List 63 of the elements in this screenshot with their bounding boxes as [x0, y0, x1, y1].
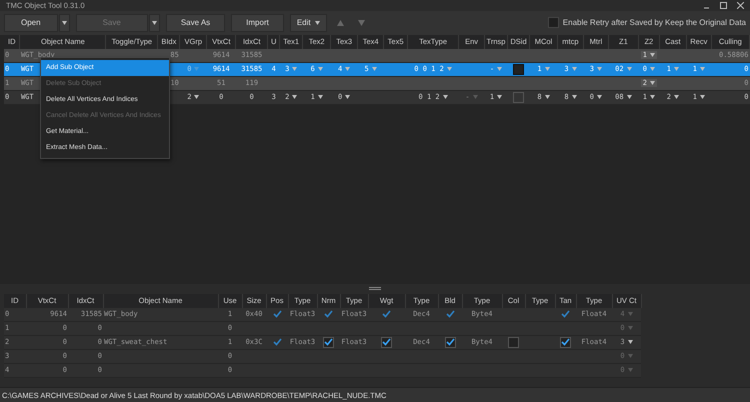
toolbar-button[interactable]: Open	[4, 14, 58, 32]
move-down-icon[interactable]	[358, 20, 365, 26]
caret-icon	[497, 67, 502, 72]
color-swatch[interactable]	[512, 92, 524, 103]
caret-icon	[650, 67, 655, 72]
caret-icon	[497, 95, 502, 100]
caret-icon	[345, 67, 350, 72]
caret-icon	[318, 95, 323, 100]
caret-icon	[626, 67, 632, 72]
caret-icon	[372, 67, 377, 72]
checkbox-label: Enable Retry after Saved by Keep the Original Data	[562, 18, 746, 28]
checkbox[interactable]	[444, 336, 456, 348]
maximize-icon[interactable]	[720, 2, 727, 9]
caret-icon	[626, 95, 632, 100]
grip-icon[interactable]	[369, 287, 381, 290]
caret-icon	[544, 95, 550, 100]
checkbox[interactable]	[382, 310, 391, 319]
toolbar-button[interactable]: Import	[231, 14, 284, 32]
checkbox[interactable]	[324, 310, 333, 319]
toolbar-button[interactable]: Save As	[166, 14, 226, 32]
caret-icon	[318, 67, 323, 72]
caret-icon	[674, 95, 679, 100]
caret-icon	[446, 67, 452, 72]
caret-icon	[628, 340, 633, 344]
caret-icon	[345, 95, 350, 100]
caret-icon	[628, 354, 633, 358]
caret-icon	[152, 20, 157, 25]
color-swatch[interactable]	[512, 64, 524, 75]
caret-icon	[700, 67, 705, 72]
dropdown-button[interactable]	[58, 14, 70, 32]
caret-icon	[650, 53, 655, 58]
checkbox[interactable]	[272, 338, 282, 347]
checkbox[interactable]	[323, 336, 334, 348]
checkbox[interactable]	[548, 17, 559, 28]
checkbox[interactable]	[446, 310, 454, 319]
caret-icon	[650, 81, 655, 86]
caret-icon	[700, 95, 705, 100]
caret-icon	[628, 326, 633, 330]
caret-icon	[650, 95, 655, 100]
caret-icon	[572, 95, 577, 100]
move-up-icon[interactable]	[336, 20, 344, 26]
caret-icon	[597, 95, 602, 100]
caret-icon	[628, 368, 633, 372]
caret-icon	[472, 95, 478, 100]
checkbox[interactable]	[560, 336, 571, 348]
caret-icon	[544, 67, 550, 72]
caret-icon	[597, 67, 602, 72]
caret-icon	[442, 95, 448, 100]
caret-icon	[572, 67, 577, 72]
caret-icon	[62, 20, 67, 25]
checkbox[interactable]	[272, 310, 282, 319]
checkbox[interactable]	[561, 310, 570, 319]
caret-icon	[292, 95, 298, 100]
caret-icon	[194, 67, 200, 72]
edit-menu-button[interactable]: Edit	[290, 14, 327, 32]
caret-icon	[194, 95, 200, 100]
caret-icon	[314, 20, 320, 25]
caret-icon	[292, 67, 298, 72]
close-icon[interactable]	[737, 2, 744, 9]
caret-icon	[674, 67, 679, 72]
checkbox[interactable]	[381, 336, 392, 348]
caret-icon	[628, 312, 633, 316]
checkbox[interactable]	[508, 336, 519, 348]
